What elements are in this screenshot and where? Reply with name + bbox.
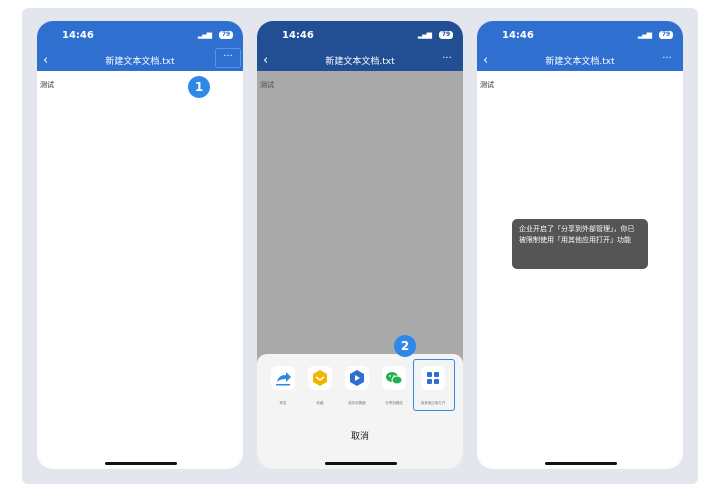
file-title: 新建文本文档.txt <box>105 57 175 67</box>
title-bar: 14:46 ▂▄▆ 79 ‹ 新建文本文档.txt ··· <box>477 21 683 71</box>
file-title: 新建文本文档.txt <box>545 57 615 67</box>
home-indicator <box>105 462 177 465</box>
document-content: 测试 <box>260 81 274 89</box>
status-time: 14:46 <box>502 30 534 41</box>
share-item-label: 保存到微盘 <box>348 401 366 405</box>
home-indicator <box>545 462 617 465</box>
title-bar: 14:46 ▂▄▆ 79 ‹ 新建文本文档.txt ··· <box>37 21 243 71</box>
wechat-icon <box>382 366 406 390</box>
phone-screen-3: 14:46 ▂▄▆ 79 ‹ 新建文本文档.txt ··· 测试 企业开启了「分… <box>477 21 683 469</box>
status-time: 14:46 <box>62 30 94 41</box>
status-bar: 14:46 ▂▄▆ 79 <box>477 21 683 49</box>
battery-icon: 79 <box>219 31 233 39</box>
signal-icon: ▂▄▆ <box>417 31 432 39</box>
back-icon[interactable]: ‹ <box>263 54 277 68</box>
restriction-toast: 企业开启了「分享到外部管理」，你已被限制使用「用其他应用打开」功能 <box>512 219 648 269</box>
step-badge-2: 2 <box>394 335 416 357</box>
phone-screen-2: 14:46 ▂▄▆ 79 ‹ 新建文本文档.txt ··· 测试 转发 收藏 保… <box>257 21 463 469</box>
share-item-open-with-other-apps[interactable]: 用其他应用打开 <box>415 366 451 406</box>
share-item-favorite[interactable]: 收藏 <box>302 366 338 406</box>
step-badge-1: 1 <box>188 76 210 98</box>
document-content: 测试 <box>480 81 494 89</box>
title-bar: 14:46 ▂▄▆ 79 ‹ 新建文本文档.txt ··· <box>257 21 463 71</box>
share-item-forward[interactable]: 转发 <box>265 366 301 406</box>
drive-icon <box>345 366 369 390</box>
more-options-button[interactable]: ··· <box>215 48 241 68</box>
share-item-wechat[interactable]: 分享到微信 <box>376 366 412 406</box>
phone-screen-1: 14:46 ▂▄▆ 79 ‹ 新建文本文档.txt ··· 测试 <box>37 21 243 469</box>
home-indicator <box>325 462 397 465</box>
share-item-label: 收藏 <box>316 401 324 405</box>
status-bar: 14:46 ▂▄▆ 79 <box>257 21 463 49</box>
other-apps-icon <box>421 366 445 390</box>
share-item-label: 转发 <box>279 401 287 405</box>
share-sheet: 转发 收藏 保存到微盘 分享到微信 用其他应用打开 取消 <box>257 354 463 469</box>
document-content: 测试 <box>40 81 54 89</box>
status-time: 14:46 <box>282 30 314 41</box>
battery-icon: 79 <box>439 31 453 39</box>
more-options-button[interactable]: ··· <box>656 51 678 69</box>
file-title: 新建文本文档.txt <box>325 57 395 67</box>
signal-icon: ▂▄▆ <box>637 31 652 39</box>
favorite-icon <box>308 366 332 390</box>
signal-icon: ▂▄▆ <box>197 31 212 39</box>
status-bar: 14:46 ▂▄▆ 79 <box>37 21 243 49</box>
cancel-button[interactable]: 取消 <box>257 429 463 442</box>
share-item-drive[interactable]: 保存到微盘 <box>339 366 375 406</box>
share-item-label: 分享到微信 <box>385 401 403 405</box>
share-item-label: 用其他应用打开 <box>420 401 446 405</box>
more-options-button[interactable]: ··· <box>436 51 458 69</box>
back-icon[interactable]: ‹ <box>43 54 57 68</box>
back-icon[interactable]: ‹ <box>483 54 497 68</box>
forward-icon <box>271 366 295 390</box>
battery-icon: 79 <box>659 31 673 39</box>
